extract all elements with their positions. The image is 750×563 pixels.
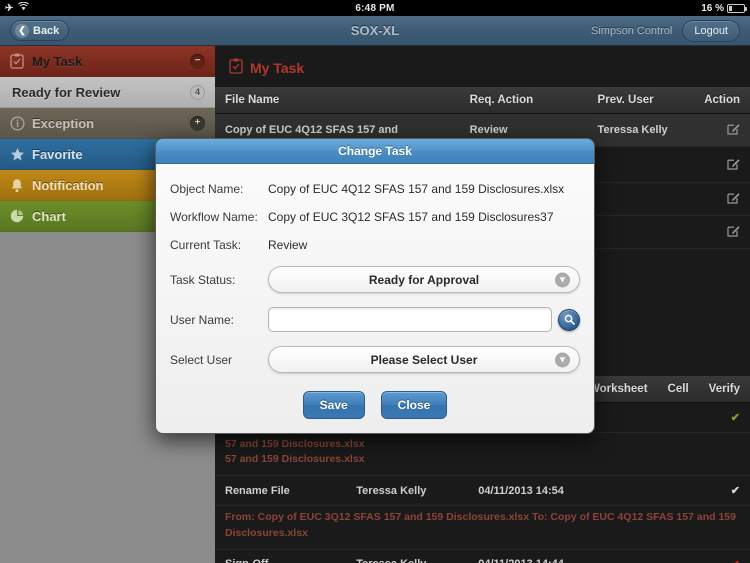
workflow-name-value: Copy of EUC 3Q12 SFAS 157 and 159 Disclo… [268,210,554,224]
app-root: ✈ 6:48 PM 16 % ❮ Back SOX-XL Simpson Con… [0,0,750,563]
user-name-label: User Name: [170,312,235,327]
select-user-label: Select User [170,352,233,367]
bell-icon [10,178,32,193]
cell-action[interactable] [694,215,750,249]
table-row[interactable]: Rename File Teressa Kelly 04/11/2013 14:… [215,475,750,507]
star-icon [10,147,32,162]
edit-icon[interactable] [727,191,740,207]
cell-cell [657,475,699,507]
column-header-cell[interactable]: Cell [657,376,699,403]
expand-badge[interactable]: + [190,115,205,131]
airplane-icon: ✈ [5,2,14,14]
object-name-label: Object Name: [170,182,244,196]
cell-action[interactable] [694,146,750,183]
object-name-value: Copy of EUC 4Q12 SFAS 157 and 159 Disclo… [268,182,565,196]
edit-icon[interactable] [727,157,740,173]
column-header-verify[interactable]: Verify [698,376,750,403]
field-select-user: Select User Please Select User ▼ [170,346,580,373]
nav-right-group: Simpson Control Logout [591,19,740,42]
task-status-select[interactable]: Ready for Approval ▼ [268,266,580,293]
cell-worksheet [578,549,658,563]
cell-prev-user [587,215,695,249]
info-circle-icon [10,115,32,131]
cell-date: 04/11/2013 14:44 [468,549,579,563]
cell-date: 04/11/2013 14:54 [468,475,579,507]
cell-worksheet [578,475,658,507]
field-current-task: Current Task: Review [170,238,580,252]
cell-prev-user [587,182,695,216]
battery-icon [727,3,747,13]
verify-check-icon: ✔ [698,549,750,563]
table-header-row: File Name Req. Action Prev. User Action [215,87,750,114]
clipboard-check-icon [10,53,32,69]
current-task-label: Current Task: [170,238,242,252]
select-user-value: Please Select User [370,352,478,367]
chevron-down-icon: ▼ [555,272,570,287]
cell-user: Teressa Kelly [346,549,469,563]
content-header: My Task [215,46,750,87]
detail-text: 57 and 159 Disclosures.xlsx 57 and 159 D… [225,438,365,466]
table-row-detail: 57 and 159 Disclosures.xlsx 57 and 159 D… [215,432,750,477]
current-task-value: Review [268,238,308,252]
verify-check-icon: ✔ [698,402,750,433]
logout-button[interactable]: Logout [682,19,740,42]
clipboard-check-icon [229,58,243,77]
edit-icon[interactable] [727,224,740,240]
table-row-detail: From: Copy of EUC 3Q12 SFAS 157 and 159 … [215,505,750,550]
cell-action: Sign-Off [215,549,347,563]
cell-cell [657,402,699,433]
cell-action: Rename File [215,475,347,507]
change-task-dialog: Change Task Object Name: Copy of EUC 4Q1… [155,138,595,434]
count-badge: 4 [190,84,205,100]
select-user-dropdown[interactable]: Please Select User ▼ [268,346,580,373]
field-task-status: Task Status: Ready for Approval ▼ [170,266,580,293]
content-title: My Task [250,59,305,76]
dialog-body: Object Name: Copy of EUC 4Q12 SFAS 157 a… [156,164,594,433]
top-navigation-bar: ❮ Back SOX-XL Simpson Control Logout [0,16,750,46]
column-header-req-action[interactable]: Req. Action [459,87,588,114]
verify-check-icon: ✔ [698,475,750,507]
cell-cell [657,549,699,563]
current-user-label: Simpson Control [591,24,673,37]
workflow-name-label: Workflow Name: [170,210,258,224]
status-time: 6:48 PM [355,2,395,14]
close-button[interactable]: Close [380,391,448,419]
chevron-down-icon: ▼ [555,352,570,367]
cell-action[interactable] [694,182,750,216]
user-name-input[interactable] [268,307,552,332]
field-workflow-name: Workflow Name: Copy of EUC 3Q12 SFAS 157… [170,210,580,224]
sidebar-item-label: Exception [32,115,95,131]
wifi-icon [18,1,30,14]
cell-prev-user [587,146,695,183]
sidebar-item-exception[interactable]: Exception + [0,108,215,139]
pie-chart-icon [10,209,32,224]
cell-user: Teressa Kelly [346,475,469,507]
ios-status-bar: ✈ 6:48 PM 16 % [0,0,750,16]
dialog-actions: Save Close [170,387,580,419]
status-right: 16 % [570,3,750,14]
detail-text: From: Copy of EUC 3Q12 SFAS 157 and 159 … [225,511,736,539]
sidebar-item-label: Ready for Review [12,84,121,100]
column-header-action[interactable]: Action [694,87,750,114]
dialog-title: Change Task [156,139,594,164]
column-header-file-name[interactable]: File Name [215,87,460,114]
battery-percent: 16 % [701,2,724,14]
cell-action[interactable] [694,113,750,147]
sidebar-item-my-task[interactable]: My Task − [0,46,215,77]
status-left: ✈ [0,1,180,14]
column-header-prev-user[interactable]: Prev. User [587,87,695,114]
collapse-badge[interactable]: − [190,53,205,69]
search-icon[interactable] [558,308,580,331]
table-row[interactable]: Sign-Off Teressa Kelly 04/11/2013 14:44 … [215,549,750,563]
edit-icon[interactable] [727,122,740,138]
sidebar-item-label: My Task [32,53,83,69]
sidebar-item-ready-for-review[interactable]: Ready for Review 4 [0,77,215,108]
task-status-value: Ready for Approval [368,272,480,287]
save-button[interactable]: Save [302,391,365,419]
field-object-name: Object Name: Copy of EUC 4Q12 SFAS 157 a… [170,182,580,196]
task-status-label: Task Status: [170,272,236,287]
cell-prev-user: Teressa Kelly [587,113,695,147]
field-user-name: User Name: [170,307,580,332]
